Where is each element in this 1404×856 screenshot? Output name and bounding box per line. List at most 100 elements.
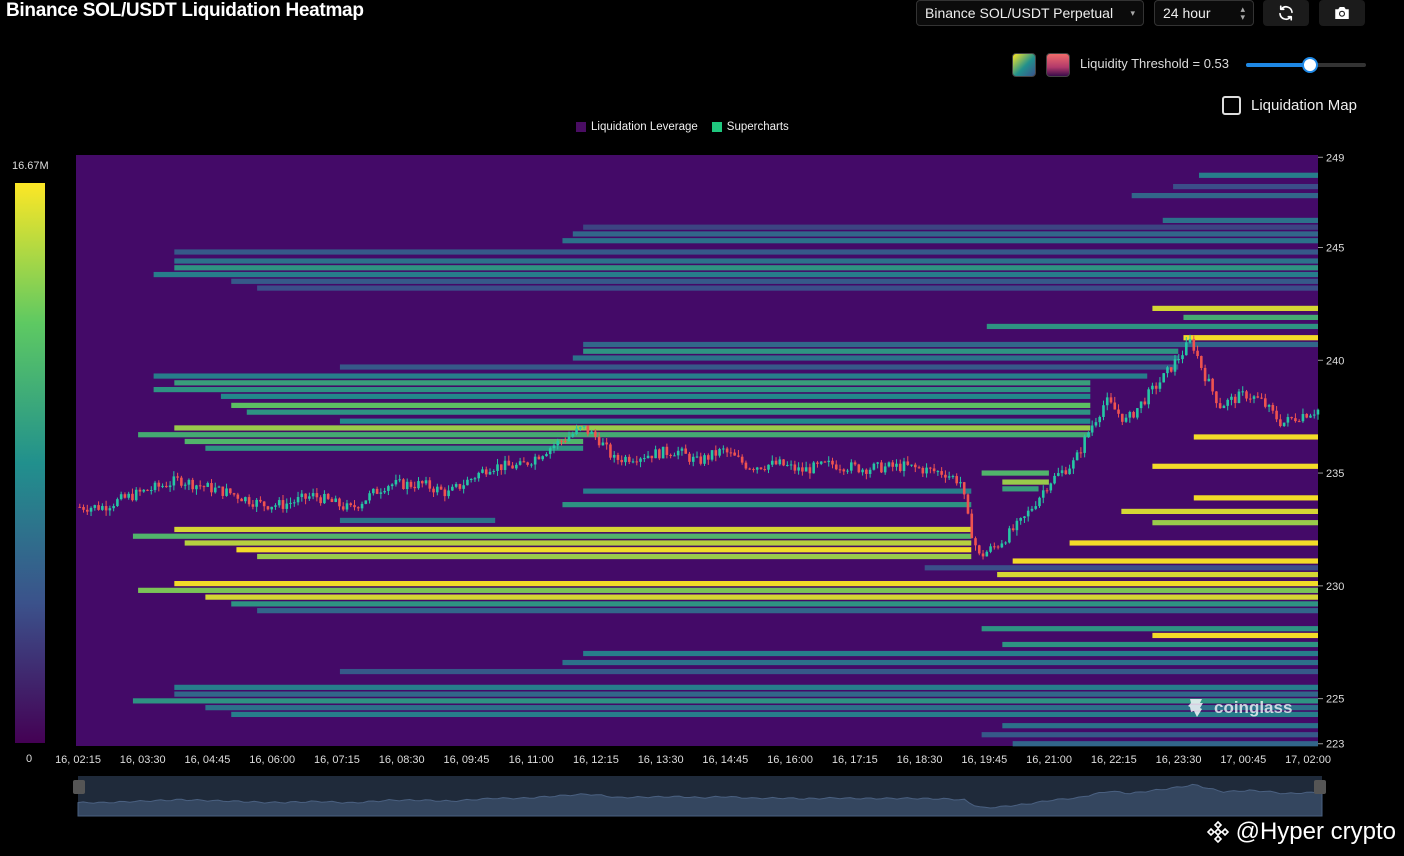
- candle-body: [1309, 415, 1312, 418]
- heat-band: [583, 348, 1179, 354]
- heat-band: [1152, 632, 1318, 639]
- candle-body: [1154, 385, 1158, 389]
- heat-band: [562, 659, 1318, 666]
- candle-body: [586, 425, 590, 434]
- range-navigator[interactable]: [73, 776, 1326, 817]
- refresh-button[interactable]: [1263, 0, 1309, 26]
- colorbar: [15, 183, 45, 743]
- threshold-slider[interactable]: [1246, 57, 1366, 73]
- x-tick-label: 16, 04:45: [185, 754, 231, 766]
- candle-body: [439, 486, 443, 490]
- candle-body: [266, 506, 270, 510]
- candle-body: [206, 483, 210, 487]
- pair-select-value: Binance SOL/USDT Perpetual: [925, 5, 1114, 21]
- candle-body: [910, 464, 913, 466]
- candle-body: [289, 502, 292, 504]
- candle-body: [202, 486, 206, 488]
- viridis-scheme-swatch[interactable]: [1012, 53, 1036, 77]
- candle-body: [887, 462, 891, 467]
- candle-body: [552, 445, 556, 449]
- pair-select[interactable]: Binance SOL/USDT Perpetual ▾: [916, 0, 1144, 26]
- chevron-down-icon: ▾: [1130, 8, 1135, 18]
- candle-body: [447, 490, 450, 497]
- candle-body: [123, 494, 127, 498]
- candle-body: [323, 493, 326, 504]
- candle-body: [405, 481, 409, 490]
- candle-body: [1132, 412, 1135, 418]
- candle-body: [823, 461, 827, 463]
- heat-band: [339, 668, 1318, 675]
- candle-body: [1015, 520, 1019, 531]
- y-tick-label: 235: [1326, 468, 1344, 480]
- liquidation-map-checkbox[interactable]: [1222, 96, 1241, 115]
- candle-body: [1312, 414, 1316, 416]
- x-tick-label: 16, 06:00: [249, 754, 295, 766]
- candle-body: [240, 498, 243, 502]
- candle-body: [1188, 338, 1192, 343]
- heat-band: [231, 402, 1091, 408]
- heat-band: [257, 608, 1318, 614]
- x-tick-label: 16, 08:30: [379, 754, 425, 766]
- heat-band: [562, 502, 972, 508]
- candle-body: [797, 467, 800, 471]
- heatmap-chart[interactable]: 16.67M0 249245240235230225223 16, 02:15 1…: [0, 140, 1404, 830]
- candle-body: [225, 488, 228, 496]
- footer-brand-text: @Hyper crypto: [1235, 818, 1396, 845]
- candle-body: [1008, 528, 1011, 543]
- candle-body: [680, 448, 684, 451]
- heat-band: [583, 224, 1318, 230]
- camera-icon: [1335, 7, 1349, 19]
- candle-body: [786, 464, 789, 466]
- range-select[interactable]: 24 hour ▴ ▾: [1154, 0, 1254, 26]
- candle-body: [454, 484, 458, 487]
- candle-body: [281, 500, 285, 509]
- candle-body: [1094, 422, 1098, 426]
- heat-band: [174, 380, 1091, 386]
- colorbar-max-label: 16.67M: [12, 160, 49, 172]
- legend-item-liquidation-leverage[interactable]: Liquidation Leverage: [576, 121, 698, 133]
- candle-body: [149, 490, 153, 492]
- candle-body: [853, 462, 857, 465]
- red-scheme-swatch[interactable]: [1046, 53, 1070, 77]
- candle-body: [119, 494, 123, 500]
- candle-body: [492, 470, 496, 472]
- heat-band: [205, 445, 584, 451]
- x-tick-label: 16, 11:00: [509, 754, 554, 766]
- candle-body: [1211, 378, 1214, 392]
- candle-body: [511, 465, 514, 469]
- candle-body: [1177, 359, 1181, 361]
- candle-body: [876, 462, 879, 464]
- candle-body: [259, 499, 262, 502]
- candle-body: [345, 503, 349, 510]
- heat-band: [246, 409, 1091, 415]
- candle-body: [1207, 378, 1211, 382]
- candle-body: [752, 469, 755, 471]
- candle-body: [1158, 382, 1162, 389]
- candle-body: [1124, 417, 1128, 422]
- candle-body: [601, 442, 605, 446]
- candle-body: [1166, 367, 1169, 374]
- candle-body: [631, 461, 635, 463]
- candle-body: [477, 472, 481, 479]
- candle-body: [1215, 391, 1218, 404]
- x-tick-label: 16, 09:45: [443, 754, 489, 766]
- heat-band: [231, 278, 1318, 284]
- candle-body: [244, 497, 247, 502]
- candle-body: [774, 460, 778, 465]
- threshold-slider-fill: [1246, 63, 1310, 67]
- candle-body: [315, 493, 319, 498]
- candle-body: [921, 467, 925, 474]
- candle-body: [112, 506, 115, 509]
- candle-body: [1136, 408, 1139, 418]
- threshold-slider-knob[interactable]: [1301, 57, 1318, 73]
- candle-body: [714, 450, 718, 456]
- candle-body: [1237, 391, 1241, 404]
- candle-body: [755, 467, 759, 470]
- candle-body: [195, 485, 198, 490]
- camera-button[interactable]: [1319, 0, 1365, 26]
- candle-body: [1252, 396, 1256, 399]
- candle-body: [1105, 397, 1109, 406]
- x-tick-label: 16, 07:15: [314, 754, 360, 766]
- threshold-label: Liquidity Threshold = 0.53: [1080, 56, 1229, 71]
- legend-item-supercharts[interactable]: Supercharts: [711, 121, 789, 133]
